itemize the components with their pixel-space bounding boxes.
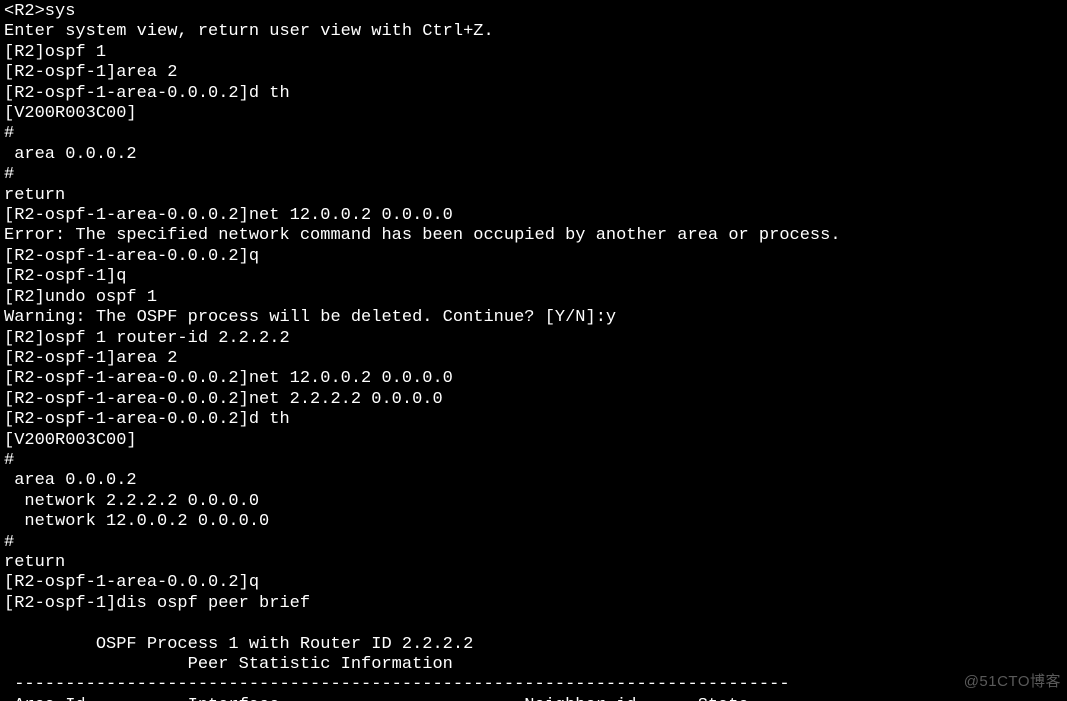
terminal-lines: <R2>sys Enter system view, return user v… bbox=[4, 2, 841, 701]
terminal-output[interactable]: <R2>sys Enter system view, return user v… bbox=[0, 0, 1067, 701]
